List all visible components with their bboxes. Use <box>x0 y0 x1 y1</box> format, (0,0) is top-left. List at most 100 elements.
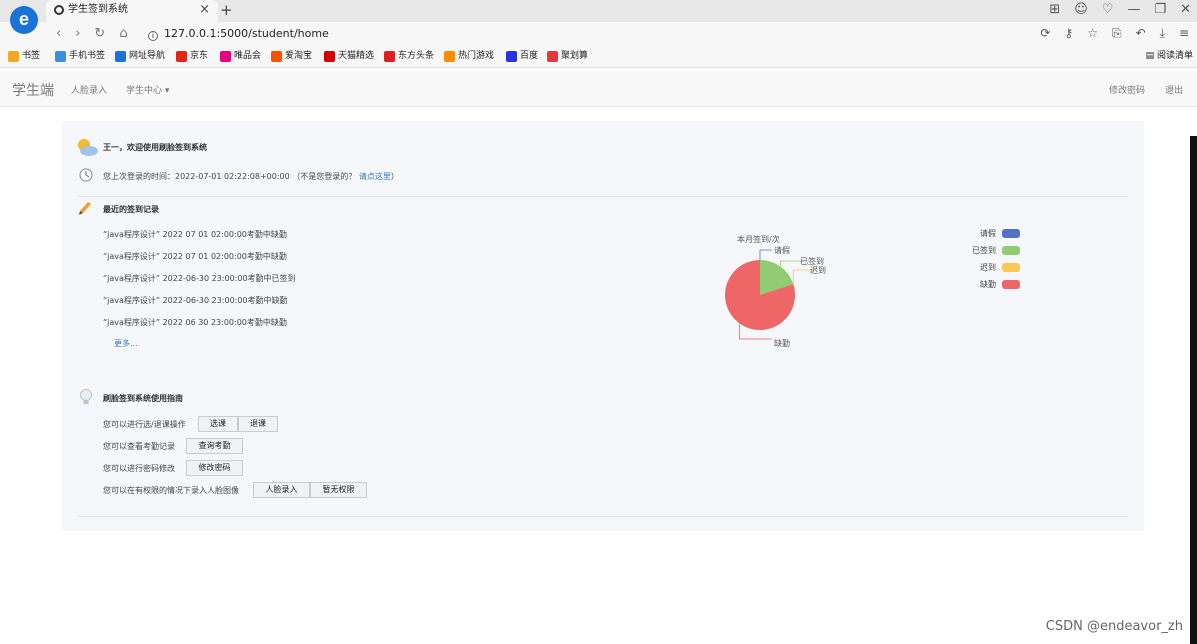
record-item: “java程序设计” 2022-06-30 23:00:00考勤中缺勤 <box>103 296 288 305</box>
record-item: “java程序设计” 2022 06 30 23:00:00考勤中缺勤 <box>103 318 287 327</box>
nav-logout[interactable]: 退出 <box>1165 83 1183 96</box>
bookmark-5[interactable]: 爱淘宝 <box>271 46 312 66</box>
toutiao-icon <box>384 50 395 62</box>
refresh-icon[interactable]: ↻ <box>94 26 105 41</box>
click-here-link[interactable]: 请点这里 <box>359 172 391 181</box>
legend-item[interactable]: 请假 <box>960 228 1020 240</box>
baidu-icon <box>506 50 517 62</box>
legend-label: 缺勤 <box>980 280 996 289</box>
bookmark-label: 书签 <box>22 51 41 61</box>
new-tab-button[interactable]: + <box>220 0 233 20</box>
close-paren: ） <box>390 172 399 181</box>
reading-list-button[interactable]: ▤ 阅读清单 <box>1146 46 1193 66</box>
no-permission-button[interactable]: 暂无权限 <box>310 482 367 498</box>
drop-course-button[interactable]: 退课 <box>238 416 278 432</box>
bookmark-2[interactable]: 网址导航 <box>115 46 165 66</box>
pie-slice-label: 迟到 <box>810 266 826 275</box>
forward-icon[interactable]: › <box>75 26 80 41</box>
bookmark-3[interactable]: 京东 <box>176 46 208 66</box>
more-records-link[interactable]: 更多... <box>114 338 138 349</box>
records-title: 最近的签到记录 <box>103 205 159 214</box>
guide-text: 您可以进行密码修改 <box>103 464 175 473</box>
bookmark-label: 天猫精选 <box>338 51 375 61</box>
bookmark-label: 热门游戏 <box>458 51 495 61</box>
legend-item[interactable]: 迟到 <box>960 262 1020 274</box>
site-info-icon[interactable]: i <box>148 31 158 41</box>
query-attendance-button[interactable]: 查询考勤 <box>186 438 243 454</box>
change-password-button[interactable]: 修改密码 <box>186 460 243 476</box>
record-item: “java程序设计” 2022 07 01 02:00:00考勤中缺勤 <box>103 252 287 261</box>
brand[interactable]: 学生端 <box>12 80 54 100</box>
legend-swatch <box>1002 246 1020 255</box>
download-icon[interactable]: ⤓ <box>1160 26 1165 41</box>
record-item: “java程序设计” 2022 07 01 02:00:00考勤中缺勤 <box>103 230 287 239</box>
home-icon[interactable]: ⌂ <box>119 26 127 41</box>
bookmark-label: 网址导航 <box>129 51 166 61</box>
legend-label: 请假 <box>980 229 996 238</box>
menu-icon[interactable]: ≡ <box>1179 26 1189 41</box>
url-field[interactable]: i 127.0.0.1:5000/student/home <box>148 25 1028 43</box>
guide-text: 您可以在有权限的情况下录入人脸图像 <box>103 486 239 495</box>
bookmark-7[interactable]: 东方头条 <box>384 46 434 66</box>
jd-icon <box>176 50 187 62</box>
select-course-button[interactable]: 选课 <box>198 416 238 432</box>
restore-icon[interactable]: ❐ <box>1154 0 1166 20</box>
url-text: 127.0.0.1:5000/student/home <box>164 27 329 40</box>
pie-slice-label: 请假 <box>774 245 790 255</box>
minimize-icon[interactable]: — <box>1127 0 1140 20</box>
nav-change-password[interactable]: 修改密码 <box>1109 83 1145 96</box>
lightbulb-icon <box>80 389 92 404</box>
nav-face-entry[interactable]: 人脸录入 <box>71 83 107 96</box>
welcome-title: 王一，欢迎使用刷脸签到系统 <box>103 143 207 152</box>
last-login-text: 您上次登录的时间：2022-07-01 02:22:08+00:00 <box>103 172 290 181</box>
bookmark-9[interactable]: 百度 <box>506 46 538 66</box>
address-bar: ‹ › ↻ ⌂ i 127.0.0.1:5000/student/home ⟳ ⚷… <box>0 22 1197 46</box>
profile-icon[interactable]: ☺ <box>1074 0 1088 20</box>
legend-item[interactable]: 缺勤 <box>960 279 1020 291</box>
guide-title: 刷脸签到系统使用指南 <box>103 394 183 403</box>
bookmark-label: 东方头条 <box>398 51 435 61</box>
legend-label: 迟到 <box>980 263 996 272</box>
watermark: CSDN @endeavor_zh <box>1045 619 1183 634</box>
shield-icon[interactable]: ♡ <box>1102 0 1114 20</box>
tmall-icon <box>324 50 335 62</box>
collections-icon[interactable]: ⊞ <box>1049 0 1060 20</box>
weather-icon <box>78 139 98 156</box>
window-controls: ⊞ ☺ ♡ — ❐ ✕ <box>1049 0 1191 20</box>
close-icon[interactable]: ✕ <box>1180 0 1191 20</box>
phone-icon <box>55 50 66 62</box>
bookmark-4[interactable]: 唯品会 <box>220 46 261 66</box>
browser-logo: e <box>10 6 38 34</box>
bookmark-0[interactable]: 书签 <box>8 46 40 66</box>
key-icon[interactable]: ⚷ <box>1064 26 1073 41</box>
guide-text: 您可以进行选/退课操作 <box>103 420 186 429</box>
clock-icon <box>79 168 93 182</box>
chart-title: 本月签到/次 <box>737 234 780 244</box>
tab-close-icon[interactable]: × <box>199 0 210 20</box>
divider <box>78 516 1128 517</box>
juhuasuan-icon <box>547 50 558 62</box>
undo-icon[interactable]: ↶ <box>1136 26 1146 41</box>
bookmark-8[interactable]: 热门游戏 <box>444 46 494 66</box>
nav-student-center-dropdown[interactable]: 学生中心 ▾ <box>126 83 169 96</box>
back-icon[interactable]: ‹ <box>56 26 61 41</box>
share-icon[interactable]: ⟳ <box>1040 26 1050 41</box>
favorite-star-icon[interactable]: ☆ <box>1087 26 1098 41</box>
legend-item[interactable]: 已签到 <box>960 245 1020 257</box>
legend-swatch <box>1002 280 1020 289</box>
bookmarks-bar: 书签 手机书签 网址导航 京东 唯品会 爱淘宝 天猫精选 东方头条 热门游戏 百度 聚划算 ▤ 阅读… <box>0 46 1197 68</box>
browser-tab[interactable]: 学生签到系统 × <box>46 0 218 22</box>
bookmark-6[interactable]: 天猫精选 <box>324 46 374 66</box>
legend-swatch <box>1002 229 1020 238</box>
last-login-line: 您上次登录的时间：2022-07-01 02:22:08+00:00 （不是您登… <box>103 171 399 182</box>
face-entry-button[interactable]: 人脸录入 <box>253 482 310 498</box>
extensions-icon[interactable]: ⎘ <box>1112 26 1122 41</box>
legend-label: 已签到 <box>972 246 996 255</box>
bookmark-1[interactable]: 手机书签 <box>55 46 105 66</box>
bookmark-10[interactable]: 聚划算 <box>547 46 588 66</box>
scrollbar[interactable] <box>1190 136 1197 644</box>
record-item: “java程序设计” 2022-06-30 23:00:00考勤中已签到 <box>103 274 296 283</box>
browser-tab-bar: 学生签到系统 × + ⊞ ☺ ♡ — ❐ ✕ <box>0 0 1197 22</box>
tab-title: 学生签到系统 <box>68 4 128 15</box>
bookmark-label: 聚划算 <box>561 51 589 61</box>
